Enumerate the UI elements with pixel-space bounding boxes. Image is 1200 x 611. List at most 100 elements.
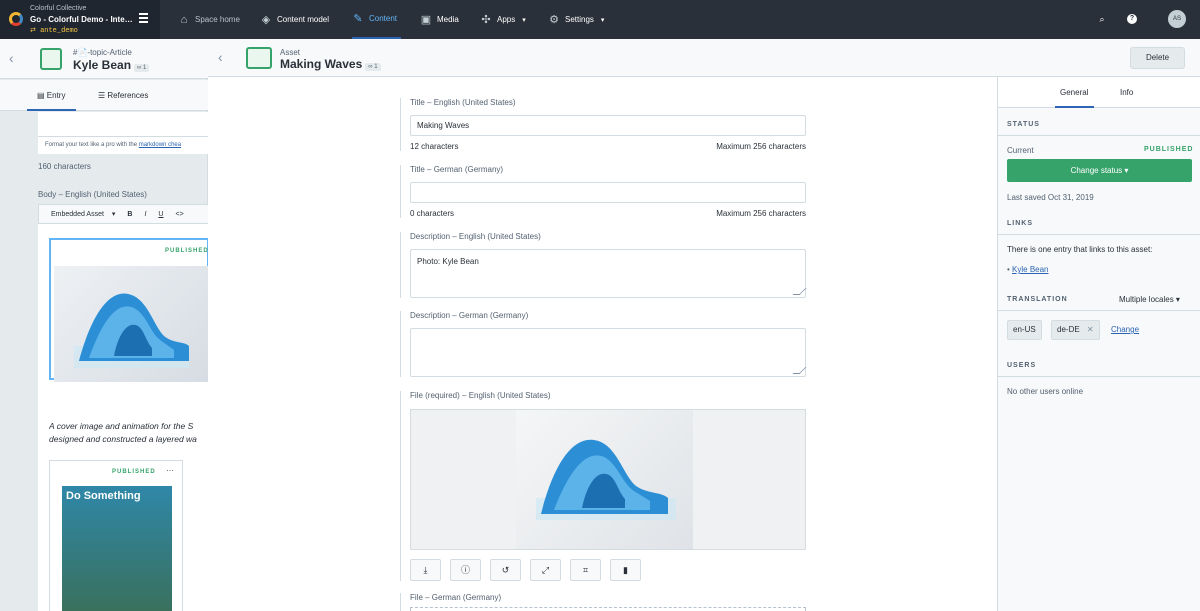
tab-label: References: [107, 91, 149, 100]
title-en-field: Title – English (United States) Making W…: [400, 98, 810, 151]
close-icon[interactable]: ✕: [1087, 325, 1094, 334]
char-limit: Maximum 256 characters: [716, 209, 806, 218]
tab-references[interactable]: ☰ References: [98, 91, 148, 100]
avatar[interactable]: AS: [1168, 10, 1186, 28]
nav-settings[interactable]: ⚙ Settings ▾: [548, 0, 604, 39]
more-options-icon[interactable]: ···: [166, 466, 174, 475]
field-meta: 0 characters Maximum 256 characters: [410, 209, 806, 218]
underline-button[interactable]: U: [152, 211, 169, 218]
users-text: No other users online: [1007, 387, 1084, 396]
entry-content-type: #📄-topic-Article: [73, 48, 132, 57]
replace-icon[interactable]: ↺: [490, 559, 521, 581]
tab-label: Entry: [46, 91, 66, 100]
resize-handle[interactable]: [792, 288, 807, 295]
text-field-tail[interactable]: [38, 112, 208, 137]
file-dropzone[interactable]: [410, 607, 806, 611]
field-meta: 12 characters Maximum 256 characters: [410, 142, 806, 151]
version-number: 1: [142, 65, 147, 71]
download-icon[interactable]: ⤓: [410, 559, 441, 581]
back-arrow-icon[interactable]: ‹: [9, 50, 14, 66]
gear-icon: ⚙: [549, 14, 559, 26]
menu-icon[interactable]: [139, 13, 148, 23]
change-link-text: Change: [1111, 325, 1140, 334]
translation-heading: TRANSLATION: [1007, 296, 1068, 303]
description-en-field: Description – English (United States) Ph…: [400, 232, 810, 298]
links-text: There is one entry that links to this as…: [1007, 245, 1153, 254]
body-field-label: Body – English (United States): [38, 190, 147, 199]
asset-thumbnail: [54, 266, 209, 382]
title-de-input[interactable]: [410, 182, 806, 203]
resize-handle[interactable]: [792, 367, 807, 374]
tab-entry[interactable]: ▤ Entry: [27, 91, 77, 111]
caption-line: designed and constructed a layered wa: [49, 434, 197, 444]
delete-button[interactable]: Delete: [1130, 47, 1185, 69]
file-en-field: File (required) – English (United States…: [400, 391, 810, 581]
nav-apps[interactable]: ✣ Apps ▾: [480, 0, 525, 39]
nav-content[interactable]: ✎ Content: [352, 0, 402, 39]
help-icon[interactable]: ?: [1127, 14, 1137, 24]
environment-label: ante_demo: [40, 27, 78, 35]
file-image: [516, 410, 693, 549]
trash-icon[interactable]: ▮: [610, 559, 641, 581]
locale-change-link[interactable]: Change: [1111, 325, 1139, 334]
wave-sculpture-image: [74, 293, 189, 368]
change-status-button[interactable]: Change status ▾: [1007, 159, 1192, 182]
rich-text-toolbar: Embedded Asset ▾ B I U <>: [38, 204, 208, 224]
tab-general[interactable]: General: [1055, 88, 1095, 108]
entry-title-text: Kyle Bean: [73, 58, 132, 72]
cube-icon: ◈: [261, 14, 271, 26]
divider: [998, 376, 1200, 377]
tab-info[interactable]: Info: [1120, 88, 1133, 97]
puzzle-icon: ✣: [481, 14, 491, 26]
translation-mode-select[interactable]: Multiple locales ▾: [1119, 295, 1180, 304]
chevron-down-icon: ▾: [600, 16, 605, 24]
char-count: 160 characters: [38, 162, 91, 171]
button-label: Change status: [1070, 166, 1123, 175]
description-en-textarea[interactable]: Photo: Kyle Bean: [410, 249, 807, 298]
environment-name: ⇄ ante_demo: [30, 27, 78, 35]
version-number: 1: [374, 64, 378, 70]
space-switcher[interactable]: Colorful Collective Go - Colorful Demo -…: [0, 0, 160, 39]
embedded-asset-card[interactable]: PUBLISHED ··· Do Something: [49, 460, 183, 611]
search-icon[interactable]: ⌕: [1095, 12, 1109, 26]
markdown-link[interactable]: markdown chea: [139, 142, 181, 148]
sidebar-tabs: General Info: [998, 77, 1200, 108]
nav-label: Content model: [277, 15, 330, 24]
locale-tag-de-de: de-DE ✕: [1051, 320, 1100, 340]
version-badge: ∞ 1: [134, 64, 150, 72]
file-actions: ⤓ ⓘ ↺ ⤢ ⌗ ▮: [410, 559, 810, 581]
description-de-textarea[interactable]: [410, 328, 807, 377]
image-icon: ▣: [420, 14, 432, 26]
magazine-cover: Do Something: [62, 486, 172, 611]
embed-dropdown[interactable]: Embedded Asset ▾: [39, 210, 121, 218]
nav-label: Content: [369, 14, 398, 23]
divider: [998, 135, 1200, 136]
resize-icon[interactable]: ⤢: [530, 559, 561, 581]
nav-label: Media: [437, 15, 459, 24]
back-arrow-icon[interactable]: ‹: [218, 49, 223, 65]
field-label: Title – German (Germany): [410, 165, 504, 174]
divider: [998, 234, 1200, 235]
nav-content-model[interactable]: ◈ Content model: [260, 0, 329, 39]
file-de-field: File – German (Germany): [400, 593, 810, 611]
home-icon: ⌂: [180, 13, 188, 26]
divider: [998, 310, 1200, 311]
char-count: 0 characters: [410, 209, 455, 218]
asset-header: ‹ Asset Making Waves ∞ 1 Delete: [208, 39, 1200, 77]
nav-space-home[interactable]: ⌂ Space home: [178, 0, 240, 39]
crop-icon[interactable]: ⌗: [570, 559, 601, 581]
italic-button[interactable]: I: [138, 211, 152, 218]
field-label: Description – German (Germany): [410, 311, 529, 320]
title-en-input[interactable]: Making Waves: [410, 115, 806, 136]
wave-sculpture-image: [536, 439, 676, 520]
entry-title: Kyle Bean ∞ 1: [73, 58, 150, 72]
code-button[interactable]: <>: [169, 211, 189, 218]
nav-media[interactable]: ▣ Media: [420, 0, 459, 39]
org-name: Colorful Collective: [30, 5, 87, 12]
info-icon[interactable]: ⓘ: [450, 559, 481, 581]
locale-tag-en-us: en-US: [1007, 320, 1042, 340]
embedded-asset-card[interactable]: PUBLISHED: [49, 238, 209, 382]
bold-button[interactable]: B: [121, 211, 138, 218]
linked-entry-link[interactable]: Kyle Bean: [1012, 265, 1048, 274]
rich-text-editor[interactable]: PUBLISHED A cover image and animation fo…: [38, 224, 209, 611]
